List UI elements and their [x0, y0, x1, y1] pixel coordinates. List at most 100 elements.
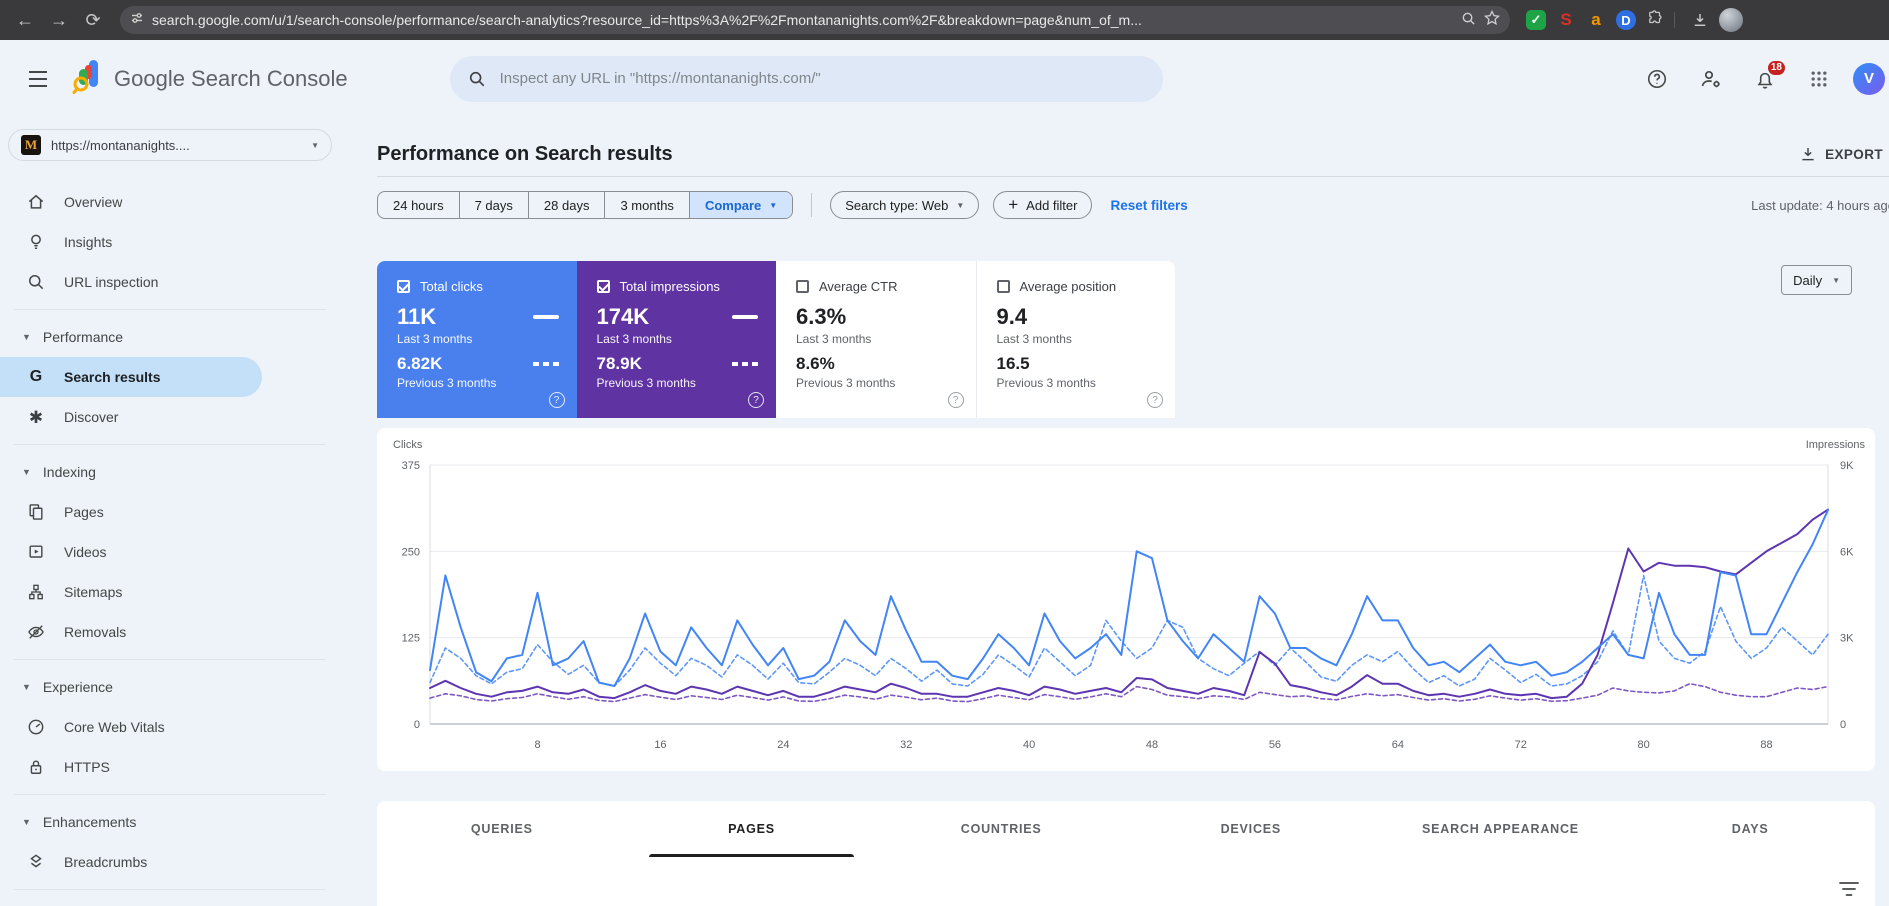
- card-secondary-value: 78.9K: [596, 354, 642, 373]
- pages-icon: [26, 502, 46, 522]
- performance-chart[interactable]: 0 125 250 375 0 3K 6K 9K Clicks Impressions 8 16 24 3…: [377, 428, 1875, 771]
- zoom-icon[interactable]: [1461, 11, 1476, 30]
- card-period: Last 3 months: [796, 332, 872, 346]
- notification-badge: 18: [1767, 60, 1785, 75]
- url-inspect-searchbar[interactable]: Inspect any URL in "https://montananight…: [449, 55, 1163, 102]
- bookmark-star-icon[interactable]: [1484, 9, 1500, 30]
- sidebar-section-performance[interactable]: ▼ Performance: [0, 317, 340, 357]
- average-position-card[interactable]: Average position 9.4 Last 3 months 16.5 …: [975, 261, 1176, 418]
- total-clicks-card[interactable]: Total clicks 11K Last 3 months 6.82K Pre…: [377, 261, 577, 418]
- sidebar-section-indexing[interactable]: ▼ Indexing: [0, 452, 340, 492]
- browser-back-button[interactable]: ←: [10, 5, 40, 35]
- range-24-hours[interactable]: 24 hours: [378, 192, 460, 218]
- collapse-arrow-icon: ▼: [22, 682, 31, 692]
- sidebar-item-label: Insights: [64, 234, 113, 250]
- svg-text:125: 125: [402, 633, 420, 645]
- sidebar-section-experience[interactable]: ▼ Experience: [0, 667, 340, 707]
- help-icon[interactable]: [1637, 59, 1677, 99]
- apps-grid-icon[interactable]: [1799, 59, 1839, 99]
- filter-list-icon[interactable]: [1839, 881, 1859, 902]
- checker-extension-icon[interactable]: ✓: [1526, 10, 1546, 30]
- card-secondary-value: 6.82K: [397, 354, 443, 373]
- downloads-icon[interactable]: [1685, 5, 1715, 35]
- checkbox-icon[interactable]: [397, 280, 410, 293]
- card-period: Last 3 months: [397, 332, 473, 346]
- search-type-filter[interactable]: Search type: Web ▼: [830, 191, 980, 219]
- help-icon[interactable]: ?: [548, 392, 565, 408]
- sidebar-section-label: Enhancements: [42, 814, 137, 830]
- search-console-logo-icon: [72, 58, 104, 99]
- sidebar-item-label: Sitemaps: [64, 584, 123, 600]
- extension-strip: ✓ S a D: [1526, 9, 1664, 32]
- layers-icon: [26, 852, 46, 872]
- collapse-arrow-icon: ▼: [22, 817, 31, 827]
- range-7-days[interactable]: 7 days: [460, 192, 529, 218]
- video-icon: [26, 542, 46, 562]
- url-text[interactable]: search.google.com/u/1/search-console/per…: [152, 12, 1453, 28]
- card-period: Last 3 months: [596, 332, 672, 346]
- export-button[interactable]: EXPORT: [1799, 145, 1883, 163]
- sidebar-item-insights[interactable]: Insights: [0, 222, 340, 262]
- tab-search-appearance[interactable]: SEARCH APPEARANCE: [1376, 801, 1626, 857]
- tab-devices[interactable]: DEVICES: [1126, 801, 1376, 857]
- range-3-months[interactable]: 3 months: [605, 192, 690, 218]
- sidebar-item-discover[interactable]: ✱ Discover: [0, 397, 340, 437]
- notifications-bell-icon[interactable]: 18: [1745, 59, 1785, 99]
- seo-extension-icon[interactable]: S: [1556, 10, 1576, 30]
- address-bar[interactable]: search.google.com/u/1/search-console/per…: [120, 6, 1510, 34]
- tab-days[interactable]: DAYS: [1625, 801, 1875, 857]
- chevron-down-icon: ▼: [956, 200, 965, 210]
- svg-text:Clicks: Clicks: [393, 439, 423, 451]
- card-secondary-period: Previous 3 months: [596, 376, 696, 390]
- sidebar-item-removals[interactable]: Removals: [0, 612, 340, 652]
- total-impressions-card[interactable]: Total impressions 174K Last 3 months 78.…: [576, 261, 776, 418]
- svg-text:9K: 9K: [1840, 460, 1854, 472]
- sidebar-item-breadcrumbs[interactable]: Breadcrumbs: [0, 842, 340, 882]
- sidebar-item-core-web-vitals[interactable]: Core Web Vitals: [0, 707, 340, 747]
- site-settings-icon[interactable]: [130, 11, 144, 29]
- sidebar-item-search-results[interactable]: G Search results: [0, 357, 262, 397]
- help-icon[interactable]: ?: [748, 392, 764, 408]
- amazon-extension-icon[interactable]: a: [1586, 10, 1606, 30]
- menu-icon[interactable]: [18, 59, 58, 99]
- tab-queries[interactable]: QUERIES: [377, 801, 627, 857]
- checkbox-icon[interactable]: [796, 280, 809, 293]
- performance-chart-panel: 0 125 250 375 0 3K 6K 9K Clicks Impressions 8 16 24 3…: [377, 428, 1875, 771]
- sidebar-item-sitemaps[interactable]: Sitemaps: [0, 572, 340, 612]
- range-28-days[interactable]: 28 days: [529, 192, 606, 218]
- page-title: Performance on Search results: [377, 142, 673, 165]
- sidebar-section-enhancements[interactable]: ▼ Enhancements: [0, 802, 340, 842]
- granularity-dropdown[interactable]: Daily ▼: [1781, 265, 1852, 295]
- blue-extension-icon[interactable]: D: [1616, 10, 1636, 30]
- property-selector[interactable]: M https://montananights.... ▼: [8, 129, 332, 161]
- card-value: 6.3%: [796, 304, 847, 329]
- browser-profile-avatar[interactable]: [1719, 8, 1743, 32]
- add-filter-button[interactable]: + Add filter: [993, 191, 1093, 219]
- svg-text:88: 88: [1760, 739, 1772, 751]
- svg-text:24: 24: [777, 739, 789, 751]
- compare-button[interactable]: Compare ▼: [689, 192, 793, 218]
- sidebar-divider: [14, 659, 326, 660]
- sidebar-item-url-inspection[interactable]: URL inspection: [0, 262, 340, 302]
- reset-filters-link[interactable]: Reset filters: [1110, 198, 1187, 213]
- sidebar-item-overview[interactable]: Overview: [0, 182, 340, 222]
- average-ctr-card[interactable]: Average CTR 6.3% Last 3 months 8.6% Prev…: [776, 261, 976, 418]
- last-update-text: Last update: 4 hours ago: [1751, 197, 1889, 213]
- sidebar-item-https[interactable]: HTTPS: [0, 747, 340, 787]
- sidebar-item-pages[interactable]: Pages: [0, 492, 340, 532]
- browser-reload-button[interactable]: ⟳: [78, 5, 108, 35]
- extensions-puzzle-icon[interactable]: [1646, 9, 1664, 32]
- tab-pages[interactable]: PAGES: [627, 801, 877, 857]
- help-icon[interactable]: ?: [947, 392, 964, 408]
- gauge-icon: [26, 717, 46, 737]
- tab-countries[interactable]: COUNTRIES: [876, 801, 1126, 857]
- browser-forward-button[interactable]: →: [44, 5, 74, 35]
- svg-text:375: 375: [402, 460, 420, 472]
- sidebar-item-videos[interactable]: Videos: [0, 532, 340, 572]
- help-icon[interactable]: ?: [1147, 392, 1163, 408]
- settings-user-icon[interactable]: [1691, 59, 1731, 99]
- checkbox-icon[interactable]: [596, 280, 610, 293]
- account-avatar[interactable]: V: [1853, 62, 1885, 95]
- checkbox-icon[interactable]: [996, 280, 1010, 293]
- collapse-arrow-icon: ▼: [22, 332, 31, 342]
